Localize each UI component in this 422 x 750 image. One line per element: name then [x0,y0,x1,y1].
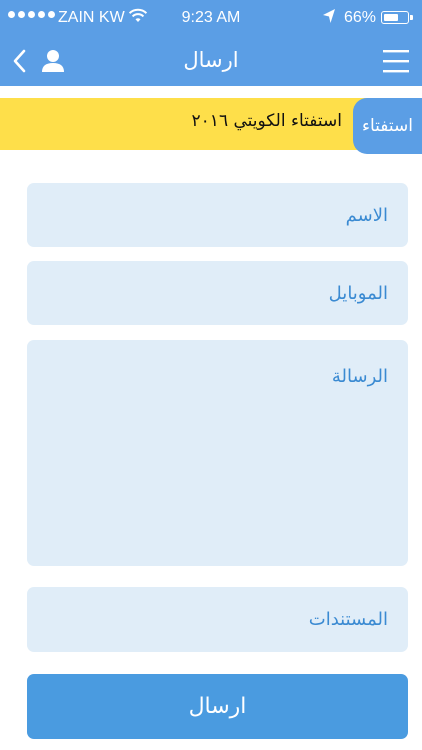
message-field[interactable]: الرسالة [27,340,408,566]
name-placeholder: الاسم [345,205,388,226]
status-bar: ZAIN KW 9:23 AM 66% [0,0,422,36]
page-title: ارسال [183,48,239,72]
nav-bar: ارسال [0,36,422,86]
poll-banner-text: استفتاء الكويتي ٢٠١٦ [191,111,342,131]
mobile-field[interactable]: الموبايل [27,261,408,325]
mobile-placeholder: الموبايل [328,283,388,304]
location-arrow-icon [323,9,335,23]
battery-percent: 66% [344,9,377,26]
poll-tab[interactable]: استفتاء [353,98,422,154]
battery-icon [381,11,413,24]
documents-field[interactable]: المستندات [27,587,408,652]
poll-banner[interactable]: استفتاء الكويتي ٢٠١٦ [0,98,372,150]
battery-level-fill [384,14,398,21]
message-placeholder: الرسالة [331,366,388,387]
submit-button[interactable]: ارسال [27,674,408,739]
hamburger-menu-icon[interactable] [381,47,411,75]
documents-placeholder: المستندات [308,609,388,630]
name-field[interactable]: الاسم [27,183,408,247]
